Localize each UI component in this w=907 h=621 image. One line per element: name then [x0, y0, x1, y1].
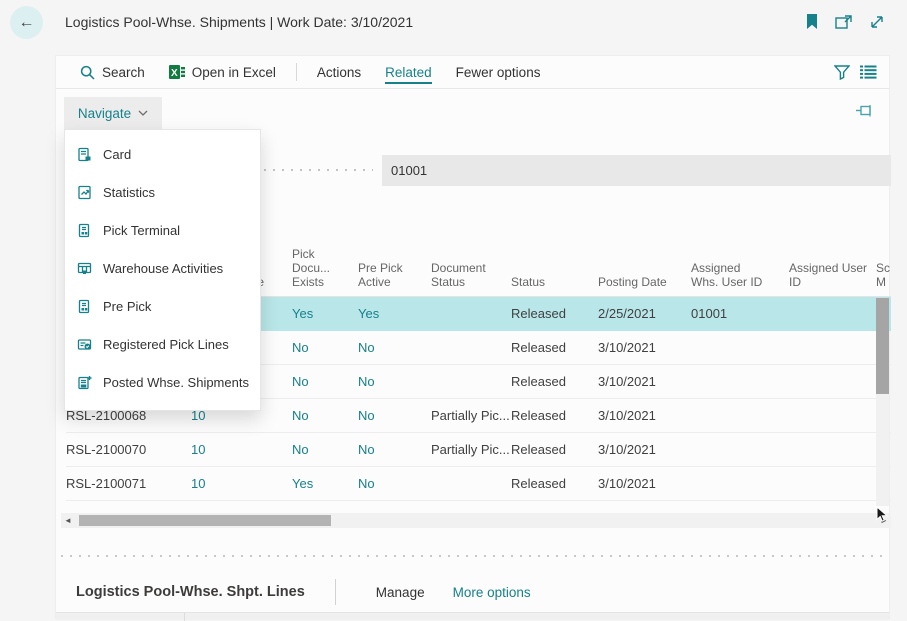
page-title: Logistics Pool-Whse. Shipments | Work Da…: [65, 0, 413, 44]
menu-item-pre-pick[interactable]: Pre Pick: [65, 287, 260, 325]
header-cell-clipped[interactable]: ScM: [876, 261, 891, 296]
menu-item-label: Warehouse Activities: [103, 261, 223, 276]
menu-item-pick-terminal[interactable]: Pick Terminal: [65, 211, 260, 249]
list-view-icon[interactable]: [860, 65, 877, 80]
top-bar: ← Logistics Pool-Whse. Shipments | Work …: [0, 0, 907, 46]
pin-icon[interactable]: [855, 103, 875, 118]
actions-menu-button[interactable]: Actions: [305, 56, 373, 88]
scroll-left-arrow-icon[interactable]: ◄: [61, 516, 75, 525]
menu-item-label: Posted Whse. Shipments: [103, 375, 249, 390]
filter-icon[interactable]: [834, 65, 850, 80]
part-separator: [61, 555, 889, 557]
excel-icon: X: [169, 64, 185, 80]
warehouse-activities-icon: [77, 261, 92, 276]
fewer-options-button[interactable]: Fewer options: [444, 56, 553, 88]
open-in-excel-button[interactable]: X Open in Excel: [157, 56, 288, 88]
assigned-whs-user-filter-field[interactable]: 01001: [382, 155, 891, 186]
menu-item-registered-pick-lines[interactable]: Registered Pick Lines: [65, 325, 260, 363]
open-in-new-window-icon[interactable]: [835, 14, 853, 30]
menu-item-posted-whse-shipments[interactable]: Posted Whse. Shipments: [65, 363, 260, 401]
page: { "colors": { "accent": "#17818b", "sele…: [0, 0, 907, 619]
navigate-button[interactable]: Navigate: [64, 97, 162, 129]
horizontal-scroll-thumb[interactable]: [79, 515, 331, 526]
navigate-menu: Card Statistics Pick Terminal: [64, 129, 261, 411]
menu-item-label: Pick Terminal: [103, 223, 180, 238]
actionbar-divider: [296, 63, 297, 81]
actions-label: Actions: [317, 65, 361, 80]
menu-item-label: Statistics: [103, 185, 155, 200]
resize-icon[interactable]: [869, 14, 885, 30]
manage-button[interactable]: Manage: [362, 585, 439, 600]
chevron-down-icon: [138, 110, 148, 116]
related-menu-button[interactable]: Related: [373, 56, 444, 88]
posted-whse-shipments-icon: [77, 375, 92, 390]
topbar-icons: [805, 13, 885, 30]
menu-item-card[interactable]: Card: [65, 135, 260, 173]
horizontal-scroll-track[interactable]: [75, 513, 877, 528]
shipments-list-card: Search X Open in Excel Actions Related F…: [55, 55, 890, 619]
related-label: Related: [385, 65, 432, 80]
menu-item-statistics[interactable]: Statistics: [65, 173, 260, 211]
vertical-scrollbar[interactable]: [876, 298, 889, 506]
search-icon: [80, 65, 95, 80]
header-cell-pick-doc-exists[interactable]: PickDocu...Exists: [292, 247, 358, 296]
lines-grid-column-divider: [184, 613, 185, 621]
menu-item-label: Registered Pick Lines: [103, 337, 229, 352]
navigate-label: Navigate: [78, 106, 131, 121]
lines-section-title: Logistics Pool-Whse. Shpt. Lines: [76, 584, 305, 600]
more-options-button[interactable]: More options: [439, 585, 545, 600]
header-cell-posting-date[interactable]: Posting Date: [598, 275, 691, 296]
lines-section-header: Logistics Pool-Whse. Shpt. Lines Manage …: [76, 574, 545, 610]
header-cell-assigned-user-id[interactable]: Assigned UserID: [789, 261, 876, 296]
actionbar-right-icons: [834, 65, 889, 80]
header-cell-assigned-whs-user-id[interactable]: AssignedWhs. User ID: [691, 261, 789, 296]
lines-section-divider: [335, 579, 336, 605]
bookmark-icon[interactable]: [805, 13, 819, 30]
header-cell-document-status[interactable]: DocumentStatus: [431, 261, 511, 296]
search-button[interactable]: Search: [68, 56, 157, 88]
vertical-scroll-thumb[interactable]: [876, 298, 889, 394]
card-icon: [77, 147, 92, 162]
menu-item-warehouse-activities[interactable]: Warehouse Activities: [65, 249, 260, 287]
menu-item-label: Pre Pick: [103, 299, 151, 314]
statistics-icon: [77, 185, 92, 200]
header-cell-pre-pick-active[interactable]: Pre PickActive: [358, 261, 431, 296]
mouse-cursor: [876, 506, 889, 528]
back-button[interactable]: ←: [10, 6, 43, 39]
registered-pick-lines-icon: [77, 337, 92, 352]
action-bar: Search X Open in Excel Actions Related F…: [56, 56, 889, 89]
fewer-options-label: Fewer options: [456, 65, 541, 80]
search-label: Search: [102, 65, 145, 80]
table-row[interactable]: RSL-210007110 YesNo Released 3/10/2021: [66, 467, 891, 501]
pick-terminal-icon: [77, 223, 92, 238]
menu-item-label: Card: [103, 147, 131, 162]
pre-pick-icon: [77, 299, 92, 314]
header-cell-status[interactable]: Status: [511, 275, 598, 296]
table-row[interactable]: RSL-210007010 NoNo Partially Pic...Relea…: [66, 433, 891, 467]
open-in-excel-label: Open in Excel: [192, 65, 276, 80]
svg-text:X: X: [171, 68, 178, 79]
horizontal-scrollbar[interactable]: ◄ ►: [61, 513, 891, 528]
